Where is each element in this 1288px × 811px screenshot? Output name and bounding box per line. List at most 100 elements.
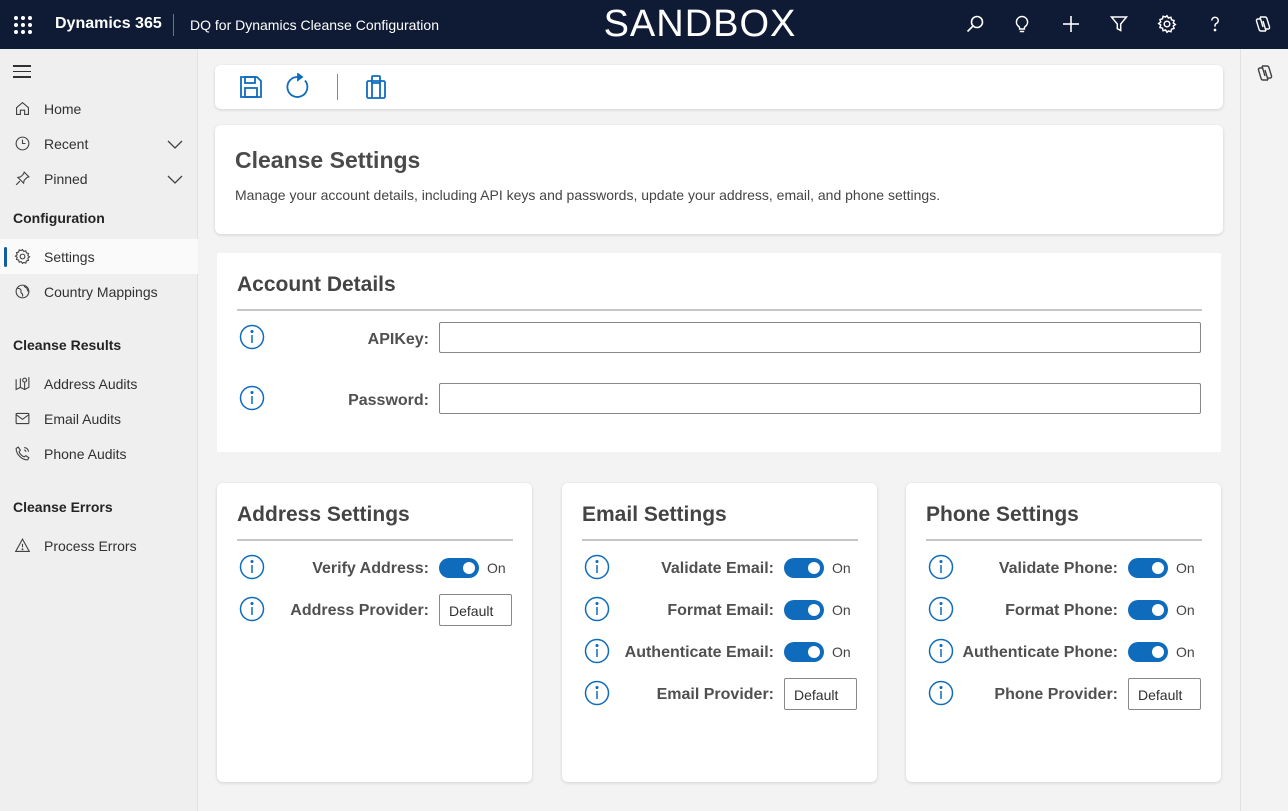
- phone-settings-card: Phone Settings Validate Phone: On Format…: [906, 483, 1221, 782]
- format-email-toggle[interactable]: [784, 600, 824, 620]
- toggle-state-text: On: [1176, 644, 1195, 660]
- clock-icon: [12, 134, 32, 154]
- info-icon[interactable]: [584, 596, 610, 622]
- section-title: Email Settings: [582, 503, 727, 526]
- sidebar: Home Recent Pinned Configuration Setting…: [0, 49, 198, 811]
- sidebar-item-address-audits[interactable]: Address Audits: [0, 366, 198, 401]
- validate-email-label: Validate Email:: [661, 560, 774, 577]
- sidebar-item-label: Email Audits: [44, 410, 122, 427]
- validate-phone-toggle[interactable]: [1128, 558, 1168, 578]
- sidebar-item-label: Address Audits: [44, 375, 138, 392]
- search-icon[interactable]: [963, 12, 987, 36]
- sidebar-item-label: Pinned: [44, 170, 88, 187]
- home-icon: [12, 99, 32, 119]
- globe-icon: [12, 282, 32, 302]
- phone-provider-select[interactable]: Default: [1128, 678, 1201, 710]
- page-description: Manage your account details, including A…: [235, 187, 941, 203]
- right-rail: [1240, 49, 1288, 811]
- toggle-state-text: On: [1176, 602, 1195, 618]
- info-icon[interactable]: [584, 638, 610, 664]
- sidebar-item-label: Recent: [44, 135, 89, 152]
- hamburger-menu-icon[interactable]: [13, 65, 31, 79]
- app-title[interactable]: DQ for Dynamics Cleanse Configuration: [190, 17, 439, 33]
- sidebar-item-phone-audits[interactable]: Phone Audits: [0, 436, 198, 471]
- chevron-down-icon[interactable]: [166, 170, 184, 188]
- page-title: Cleanse Settings: [235, 147, 421, 173]
- authenticate-email-toggle[interactable]: [784, 642, 824, 662]
- lightbulb-icon[interactable]: [1010, 12, 1034, 36]
- sidebar-item-process-errors[interactable]: Process Errors: [0, 528, 198, 563]
- format-email-label: Format Email:: [667, 602, 774, 619]
- chevron-down-icon[interactable]: [166, 135, 184, 153]
- address-provider-select[interactable]: Default: [439, 594, 512, 626]
- toggle-state-text: On: [832, 602, 851, 618]
- sidebar-item-settings[interactable]: Settings: [0, 239, 198, 274]
- verify-address-label: Verify Address:: [312, 560, 429, 577]
- sidebar-item-pinned[interactable]: Pinned: [0, 161, 198, 196]
- validate-phone-label: Validate Phone:: [998, 560, 1118, 577]
- info-icon[interactable]: [928, 638, 954, 664]
- sidebar-item-home[interactable]: Home: [0, 91, 198, 126]
- authenticate-phone-toggle[interactable]: [1128, 642, 1168, 662]
- gear-icon[interactable]: [1155, 12, 1179, 36]
- command-toolbar: [215, 65, 1223, 109]
- copilot-icon[interactable]: [1251, 12, 1275, 36]
- info-icon[interactable]: [239, 324, 265, 350]
- sidebar-item-label: Process Errors: [44, 537, 137, 554]
- sidebar-item-label: Home: [44, 100, 82, 117]
- info-icon[interactable]: [239, 385, 265, 411]
- info-icon[interactable]: [928, 554, 954, 580]
- format-phone-label: Format Phone:: [1005, 602, 1118, 619]
- authenticate-phone-label: Authenticate Phone:: [962, 644, 1118, 661]
- toolbar-separator: [337, 74, 338, 100]
- copilot-icon[interactable]: [1255, 63, 1275, 83]
- password-label: Password:: [348, 392, 429, 409]
- section-title: Address Settings: [237, 503, 410, 526]
- section-title-configuration: Configuration: [13, 210, 105, 226]
- save-icon[interactable]: [236, 72, 266, 102]
- sidebar-item-country-mappings[interactable]: Country Mappings: [0, 274, 198, 309]
- gear-icon: [12, 247, 32, 267]
- help-icon[interactable]: [1203, 12, 1227, 36]
- sidebar-item-email-audits[interactable]: Email Audits: [0, 401, 198, 436]
- filter-icon[interactable]: [1107, 12, 1131, 36]
- clipboard-icon[interactable]: [361, 72, 391, 102]
- pin-icon: [12, 169, 32, 189]
- map-icon: [12, 374, 32, 394]
- format-phone-toggle[interactable]: [1128, 600, 1168, 620]
- refresh-icon[interactable]: [283, 72, 313, 102]
- phone-icon: [12, 444, 32, 464]
- section-title-cleanse-results: Cleanse Results: [13, 337, 122, 353]
- mail-icon: [12, 409, 32, 429]
- toggle-state-text: On: [832, 644, 851, 660]
- section-divider: [237, 309, 1202, 311]
- info-icon[interactable]: [928, 596, 954, 622]
- email-provider-select[interactable]: Default: [784, 678, 857, 710]
- phone-provider-label: Phone Provider:: [994, 686, 1118, 703]
- apikey-input[interactable]: [439, 322, 1201, 353]
- app-launcher-icon[interactable]: [12, 14, 34, 36]
- address-settings-card: Address Settings Verify Address: On Addr…: [217, 483, 532, 782]
- topbar-divider: [173, 14, 174, 36]
- address-provider-label: Address Provider:: [290, 602, 429, 619]
- plus-icon[interactable]: [1059, 12, 1083, 36]
- verify-address-toggle[interactable]: [439, 558, 479, 578]
- password-input[interactable]: [439, 383, 1201, 414]
- section-title: Phone Settings: [926, 503, 1079, 526]
- info-icon[interactable]: [584, 680, 610, 706]
- environment-label: SANDBOX: [603, 3, 797, 45]
- sidebar-item-recent[interactable]: Recent: [0, 126, 198, 161]
- info-icon[interactable]: [928, 680, 954, 706]
- section-divider: [926, 539, 1202, 541]
- info-icon[interactable]: [239, 596, 265, 622]
- cleanse-settings-header: Cleanse Settings Manage your account det…: [215, 125, 1223, 234]
- info-icon[interactable]: [584, 554, 610, 580]
- section-divider: [582, 539, 858, 541]
- validate-email-toggle[interactable]: [784, 558, 824, 578]
- section-title-cleanse-errors: Cleanse Errors: [13, 499, 113, 515]
- top-bar: Dynamics 365 DQ for Dynamics Cleanse Con…: [0, 0, 1288, 49]
- info-icon[interactable]: [239, 554, 265, 580]
- toggle-state-text: On: [1176, 560, 1195, 576]
- app-name[interactable]: Dynamics 365: [55, 15, 162, 33]
- sidebar-item-label: Country Mappings: [44, 283, 158, 300]
